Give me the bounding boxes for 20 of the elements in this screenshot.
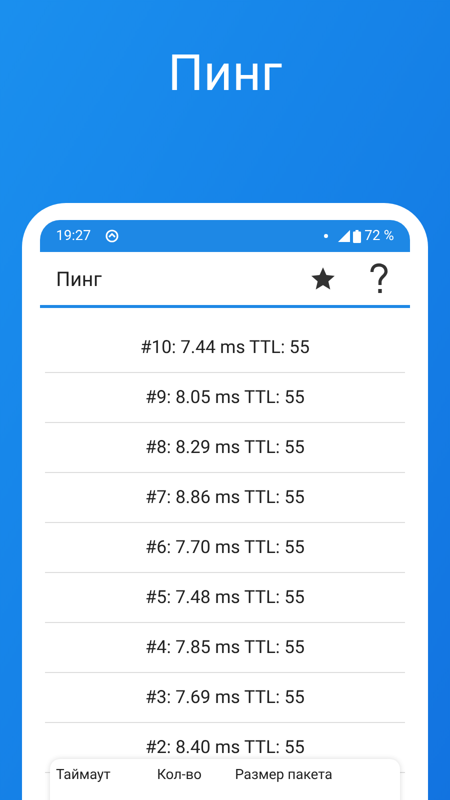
ping-result: #2: 8.40 ms TTL: 55 — [145, 736, 305, 760]
ping-result: #7: 8.86 ms TTL: 55 — [145, 486, 305, 510]
battery-level: 72 % — [364, 226, 394, 246]
ping-result: #3: 7.69 ms TTL: 55 — [145, 686, 305, 710]
setting-label: Кол-во — [157, 766, 203, 785]
signal-icon — [338, 230, 351, 242]
dot-icon — [324, 234, 328, 238]
ping-result: #6: 7.70 ms TTL: 55 — [145, 536, 305, 560]
ping-result: #5: 7.48 ms TTL: 55 — [145, 586, 305, 610]
ping-result: #4: 7.85 ms TTL: 55 — [145, 636, 305, 660]
status-time: 19:27 — [56, 226, 91, 246]
battery-icon — [352, 230, 361, 242]
ping-result: #8: 8.29 ms TTL: 55 — [145, 436, 305, 460]
question-icon — [369, 262, 389, 294]
ping-result: #9: 8.05 ms TTL: 55 — [145, 386, 305, 410]
setting-label: Таймаут — [56, 766, 112, 785]
app-title: Пинг — [56, 266, 103, 292]
ping-result: #10: 7.44 ms TTL: 55 — [140, 336, 310, 360]
setting-label: Размер пакета — [235, 766, 332, 785]
headline: Пинг — [168, 44, 282, 104]
